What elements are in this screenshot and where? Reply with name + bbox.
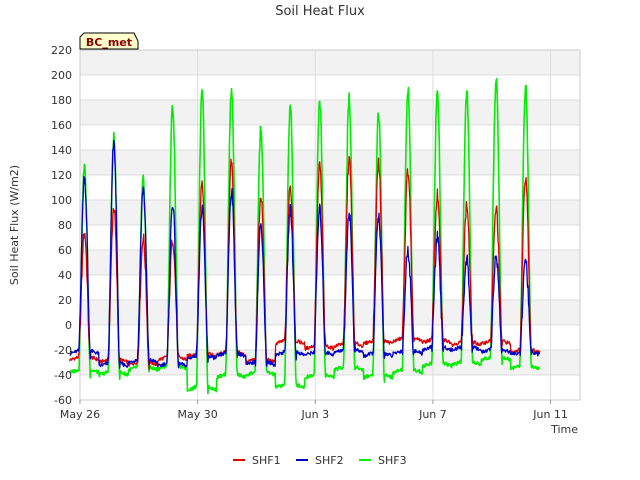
legend-label: SHF2 xyxy=(315,454,344,467)
grid-band xyxy=(80,75,580,100)
site-badge-label: BC_met xyxy=(86,36,132,49)
x-tick-label: Jun 3 xyxy=(300,408,329,421)
y-tick-label: 120 xyxy=(51,169,72,182)
y-tick-label: 20 xyxy=(58,294,72,307)
grid-band xyxy=(80,125,580,150)
y-tick-label: 100 xyxy=(51,194,72,207)
grid-band xyxy=(80,225,580,250)
grid-band xyxy=(80,50,580,75)
y-tick-label: -60 xyxy=(54,394,72,407)
x-tick-label: Jun 11 xyxy=(532,408,568,421)
grid-band xyxy=(80,250,580,275)
y-tick-label: 220 xyxy=(51,44,72,57)
y-tick-label: 80 xyxy=(58,219,72,232)
grid-band xyxy=(80,150,580,175)
grid-band xyxy=(80,375,580,400)
site-badge: BC_met xyxy=(79,32,139,50)
y-tick-label: 200 xyxy=(51,69,72,82)
legend: SHF1 SHF2 SHF3 xyxy=(233,454,407,467)
chart-title: Soil Heat Flux xyxy=(275,4,365,19)
grid-band xyxy=(80,300,580,325)
x-axis-title: Time xyxy=(550,423,578,436)
y-tick-label: 140 xyxy=(51,144,72,157)
x-tick-label: May 26 xyxy=(60,408,100,421)
y-tick-label: 40 xyxy=(58,269,72,282)
legend-label: SHF1 xyxy=(252,454,281,467)
x-tick-label: May 30 xyxy=(178,408,218,421)
y-tick-label: -20 xyxy=(54,344,72,357)
y-tick-label: -40 xyxy=(54,369,72,382)
grid-band xyxy=(80,275,580,300)
y-tick-label: 160 xyxy=(51,119,72,132)
legend-label: SHF3 xyxy=(378,454,407,467)
soil-heat-flux-chart: -60-40-20020406080100120140160180200220 … xyxy=(0,0,640,480)
y-axis-title: Soil Heat Flux (W/m2) xyxy=(8,165,21,285)
grid-band xyxy=(80,200,580,225)
y-tick-label: 180 xyxy=(51,94,72,107)
grid-band xyxy=(80,100,580,125)
y-tick-label: 0 xyxy=(65,319,72,332)
grid-band xyxy=(80,175,580,200)
x-tick-label: Jun 7 xyxy=(418,408,447,421)
y-tick-label: 60 xyxy=(58,244,72,257)
